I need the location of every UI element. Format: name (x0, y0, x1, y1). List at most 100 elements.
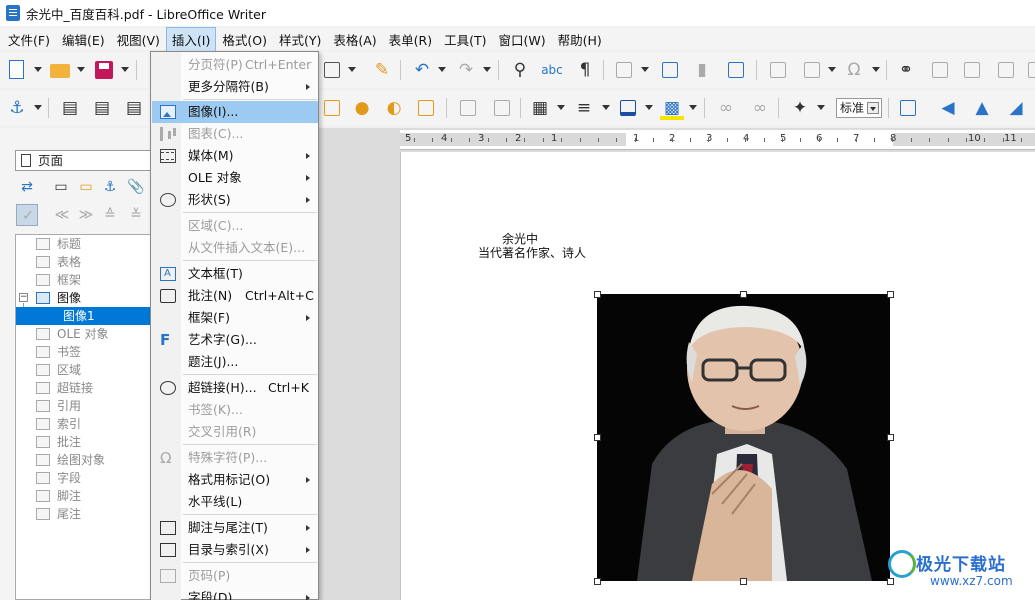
tree-item-references[interactable]: 引用 (16, 397, 153, 415)
navigator-promote-chapter-button[interactable]: ≪ (53, 206, 71, 224)
insert-endnote-button[interactable] (960, 58, 984, 82)
back-one-button[interactable]: ◐ (382, 96, 406, 120)
page-wrap-button[interactable]: ▤ (90, 96, 114, 120)
redo-button[interactable]: ↷ (454, 58, 478, 82)
optimal-wrap-button[interactable]: ▤ (122, 96, 146, 120)
insert-cross-reference-button[interactable] (1024, 58, 1035, 82)
undo-dropdown-arrow[interactable] (438, 67, 446, 72)
anchor-button[interactable]: ⚓ (5, 96, 29, 120)
menu-item-shape[interactable]: 形状(S) (152, 189, 318, 211)
navigator-navigate-by-select[interactable]: 页面 (15, 150, 152, 171)
resize-handle-left[interactable] (594, 434, 601, 441)
forward-one-button[interactable]: ● (350, 96, 374, 120)
resize-handle-top[interactable] (740, 291, 747, 298)
find-replace-button[interactable]: ⚲ (508, 58, 532, 82)
navigator-paperclip-button[interactable]: 📎 (127, 178, 145, 196)
link-frames-button[interactable]: ∞ (714, 96, 738, 120)
border-style-dropdown-arrow[interactable] (602, 105, 610, 110)
bring-to-front-button[interactable] (320, 96, 344, 120)
menu-item-toc-index[interactable]: 目录与索引(X) (152, 539, 318, 561)
menu-item-hyperlink[interactable]: 超链接(H)... Ctrl+K (152, 377, 318, 399)
menu-item-more-breaks[interactable]: 更多分隔符(B) (152, 76, 318, 98)
tree-item-tables[interactable]: 表格 (16, 253, 153, 271)
resize-handle-bottom-left[interactable] (594, 578, 601, 585)
collapse-icon[interactable]: − (19, 293, 28, 302)
insert-image-button[interactable] (658, 58, 682, 82)
menu-item-cross-reference[interactable]: 交叉引用(R) (152, 421, 318, 443)
flip-horizontal-button[interactable]: ▲ (970, 96, 994, 120)
menu-item-chart[interactable]: 图表(C)... (152, 123, 318, 145)
navigator-demote-level-button[interactable]: ≚ (127, 206, 145, 224)
menu-item-frame[interactable]: 框架(F) (152, 307, 318, 329)
new-document-button[interactable] (5, 58, 29, 82)
menu-format[interactable]: 格式(O) (216, 27, 273, 52)
navigator-toggle-button[interactable]: ⇄ (18, 178, 36, 196)
menu-help[interactable]: 帮助(H) (552, 27, 608, 52)
menu-edit[interactable]: 编辑(E) (56, 27, 111, 52)
tree-item-headings[interactable]: 标题 (16, 235, 153, 253)
field-dropdown-arrow[interactable] (828, 67, 836, 72)
border-color-dropdown-arrow[interactable] (645, 105, 653, 110)
tree-item-endnotes[interactable]: 尾注 (16, 505, 153, 523)
new-dropdown-arrow[interactable] (34, 67, 42, 72)
insert-field-button[interactable] (800, 58, 824, 82)
rotate-button[interactable]: ◢ (1004, 96, 1028, 120)
anchor-dropdown-arrow[interactable] (34, 105, 42, 110)
resize-handle-bottom[interactable] (740, 578, 747, 585)
tree-item-bookmarks[interactable]: 书签 (16, 343, 153, 361)
menu-item-formatting-mark[interactable]: 格式用标记(O) (152, 469, 318, 491)
paste-button[interactable] (320, 58, 344, 82)
wrap-off-button[interactable]: ▤ (58, 96, 82, 120)
insert-special-character-button[interactable]: Ω (842, 58, 866, 82)
magic-wand-button[interactable]: ✦ (788, 96, 812, 120)
tree-item-image1[interactable]: 图像1 (16, 307, 153, 325)
clone-formatting-button[interactable]: ✎ (370, 58, 394, 82)
border-style-button[interactable]: ≡ (572, 96, 596, 120)
insert-footnote-button[interactable] (928, 58, 952, 82)
navigator-promote-level-button[interactable]: ≙ (101, 206, 119, 224)
area-color-dropdown-arrow[interactable] (689, 105, 697, 110)
frame-properties-button[interactable] (896, 96, 920, 120)
resize-handle-top-left[interactable] (594, 291, 601, 298)
open-dropdown-arrow[interactable] (77, 67, 85, 72)
menu-view[interactable]: 视图(V) (111, 27, 166, 52)
menu-window[interactable]: 窗口(W) (493, 27, 552, 52)
menu-item-horizontal-line[interactable]: 水平线(L) (152, 491, 318, 513)
menu-item-text-box[interactable]: 文本框(T) (152, 263, 318, 285)
spelling-button[interactable]: abc (540, 58, 564, 82)
tree-item-hyperlinks[interactable]: 超链接 (16, 379, 153, 397)
open-button[interactable] (48, 58, 72, 82)
menu-item-image[interactable]: 图像(I)... (152, 101, 318, 123)
paste-dropdown-arrow[interactable] (348, 67, 356, 72)
horizontal-ruler[interactable]: 54321123456781011 (400, 130, 1035, 150)
menu-item-fontwork[interactable]: F 艺术字(G)... (152, 329, 318, 351)
insert-chart-button[interactable]: ▮ (690, 58, 714, 82)
insert-bookmark-button[interactable] (994, 58, 1018, 82)
menu-item-bookmark[interactable]: 书签(K)... (152, 399, 318, 421)
menu-insert[interactable]: 插入(I) (165, 26, 217, 52)
tree-item-indexes[interactable]: 索引 (16, 415, 153, 433)
to-background-button[interactable] (490, 96, 514, 120)
borders-dropdown-arrow[interactable] (557, 105, 565, 110)
menu-file[interactable]: 文件(F) (2, 27, 56, 52)
menu-item-caption[interactable]: 题注(J)... (152, 351, 318, 373)
paragraph-style-select[interactable]: 标准 (836, 98, 882, 118)
menu-tools[interactable]: 工具(T) (438, 27, 492, 52)
document-heading-subtitle[interactable]: 当代著名作家、诗人 (478, 244, 586, 261)
menu-item-comment[interactable]: 批注(N) Ctrl+Alt+C (152, 285, 318, 307)
menu-item-ole-object[interactable]: OLE 对象 (152, 167, 318, 189)
tree-item-sections[interactable]: 区域 (16, 361, 153, 379)
resize-handle-right[interactable] (887, 434, 894, 441)
menu-item-text-from-file[interactable]: 从文件插入文本(E)... (152, 237, 318, 259)
special-character-dropdown-arrow[interactable] (872, 67, 880, 72)
unlink-frames-button[interactable]: ∞ (748, 96, 772, 120)
menu-item-media[interactable]: 媒体(M) (152, 145, 318, 167)
formatting-marks-button[interactable]: ¶ (573, 58, 597, 82)
insert-hyperlink-button[interactable]: ⚭ (894, 58, 918, 82)
menu-item-section[interactable]: 区域(C)... (152, 215, 318, 237)
tree-item-fields[interactable]: 字段 (16, 469, 153, 487)
save-dropdown-arrow[interactable] (121, 67, 129, 72)
tree-item-comments[interactable]: 批注 (16, 433, 153, 451)
insert-page-break-button[interactable] (766, 58, 790, 82)
send-to-back-button[interactable] (414, 96, 438, 120)
